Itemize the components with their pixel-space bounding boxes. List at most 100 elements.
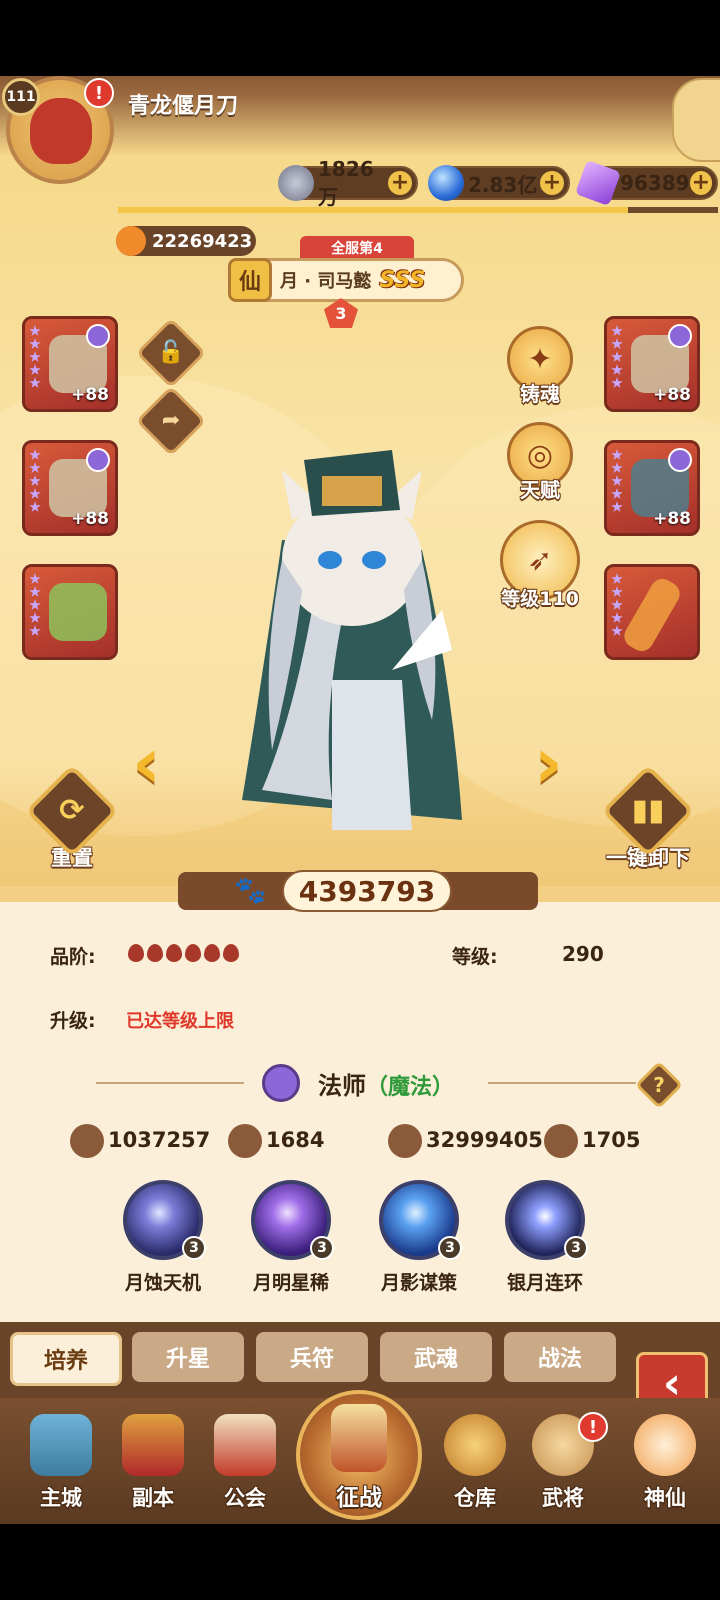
- quality-drop-icon: [185, 944, 201, 962]
- reset-button[interactable]: ⟳ 重置: [25, 764, 119, 872]
- equip-slot-right-2[interactable]: +88: [604, 440, 700, 536]
- experience-bar: [118, 207, 718, 213]
- prev-hero-arrow[interactable]: ‹: [132, 722, 161, 804]
- skill-level-badge: 3: [182, 1236, 206, 1260]
- nav-immortals[interactable]: 神仙: [622, 1408, 708, 1520]
- orb-value: 2.83亿: [468, 172, 538, 197]
- status-bar: [0, 0, 720, 76]
- defense-value: 1684: [266, 1128, 325, 1152]
- guild-flag-icon: [214, 1414, 276, 1476]
- system-navigation-bar: [0, 1524, 720, 1600]
- nav-label: 神仙: [644, 1486, 686, 1510]
- resource-orb: 2.83亿 +: [428, 165, 570, 201]
- defense-icon: [228, 1124, 262, 1158]
- next-hero-arrow[interactable]: ›: [534, 722, 563, 804]
- castle-icon: [30, 1414, 92, 1476]
- skill-4[interactable]: 3 银月连环: [490, 1180, 600, 1295]
- skill-2[interactable]: 3 月明星稀: [236, 1180, 346, 1295]
- quality-drop-icon: [166, 944, 182, 962]
- resource-crystal: 96389 +: [574, 159, 718, 207]
- quality-label: 品阶:: [50, 946, 96, 968]
- hero-portrait-art: [242, 450, 462, 830]
- paw-icon: [116, 226, 146, 256]
- skill-name: 月明星稀: [252, 1272, 329, 1294]
- crystal-value: 96389: [620, 171, 690, 195]
- level-label: 等级110: [501, 588, 579, 610]
- combat-power-plaque: 🐾 4393793: [178, 866, 542, 916]
- talent-button[interactable]: ◎ 天赋: [504, 422, 576, 503]
- coin-icon: [278, 165, 314, 201]
- resource-coin: 1826万 +: [278, 157, 418, 209]
- nav-dungeon[interactable]: 副本: [110, 1408, 196, 1520]
- quality-drops: [128, 944, 242, 966]
- class-type: （魔法）: [366, 1075, 455, 1100]
- skill-name: 月蚀天机: [124, 1272, 201, 1294]
- speed-value: 1705: [582, 1128, 641, 1152]
- nav-label: 公会: [224, 1486, 266, 1510]
- tab-war-soul[interactable]: 武魂: [380, 1332, 492, 1382]
- equip-slot-left-1[interactable]: +88: [22, 316, 118, 412]
- combat-power-value: 4393793: [282, 870, 452, 912]
- unequip-all-button[interactable]: ▮▮ 一键卸下: [592, 764, 704, 872]
- question-icon: ?: [653, 1073, 665, 1097]
- player-power: 22269423: [116, 226, 256, 256]
- nav-label: 征战: [336, 1485, 382, 1511]
- nav-campaign[interactable]: 征战: [316, 1398, 402, 1511]
- swords-icon: [122, 1414, 184, 1476]
- equip-plus-label: +88: [653, 509, 691, 529]
- immortal-badge: 仙: [228, 258, 272, 302]
- add-orb-button[interactable]: +: [540, 171, 564, 195]
- jade-seal-icon: [49, 583, 107, 641]
- player-level-badge: 111: [2, 78, 40, 116]
- quality-drop-icon: [128, 944, 144, 962]
- nav-guild[interactable]: 公会: [202, 1408, 288, 1520]
- nav-label: 仓库: [454, 1486, 496, 1510]
- tab-tactics[interactable]: 战法: [504, 1332, 616, 1382]
- forge-soul-button[interactable]: ✦ 铸魂: [504, 326, 576, 407]
- quality-drop-icon: [147, 944, 163, 962]
- nav-label: 主城: [40, 1486, 82, 1510]
- experience-fill: [118, 207, 628, 213]
- immortal-cat-icon: [634, 1414, 696, 1476]
- attack-icon: [70, 1124, 104, 1158]
- equip-slot-left-3[interactable]: [22, 564, 118, 660]
- nav-main-city[interactable]: 主城: [18, 1408, 104, 1520]
- add-crystal-button[interactable]: +: [689, 171, 712, 195]
- equip-plus-label: +88: [71, 385, 109, 405]
- upgrade-status: 已达等级上限: [126, 1011, 234, 1032]
- mage-class-icon: [262, 1064, 300, 1102]
- tab-star-up[interactable]: 升星: [132, 1332, 244, 1382]
- level-stat-value: 290: [562, 942, 604, 966]
- gem-icon: [668, 448, 692, 472]
- player-name: 青龙偃月刀: [128, 94, 239, 119]
- blue-orb-icon: [428, 165, 464, 201]
- tab-troop-token[interactable]: 兵符: [256, 1332, 368, 1382]
- nav-warehouse[interactable]: 仓库: [432, 1408, 518, 1520]
- skill-3[interactable]: 3 月影谋策: [364, 1180, 474, 1295]
- tab-train[interactable]: 培养: [10, 1332, 122, 1386]
- divider-right: [488, 1082, 636, 1084]
- equip-slot-right-3[interactable]: [604, 564, 700, 660]
- skill-name: 月影谋策: [380, 1272, 457, 1294]
- avatar-alert-icon: !: [84, 78, 114, 108]
- hero-grade: SSS: [379, 267, 426, 293]
- speed-icon: [544, 1124, 578, 1158]
- equip-plus-label: +88: [653, 385, 691, 405]
- battle-icon: [331, 1404, 387, 1472]
- level-button[interactable]: ➶ 等级110: [488, 520, 592, 611]
- hp-icon: [388, 1124, 422, 1158]
- side-drawer-handle[interactable]: [672, 78, 720, 162]
- server-rank-tag: 全服第4: [300, 236, 414, 260]
- quality-drop-icon: [223, 944, 239, 962]
- skill-1[interactable]: 3 月蚀天机: [108, 1180, 218, 1295]
- divider-left: [96, 1082, 244, 1084]
- treasure-bag-icon: [444, 1414, 506, 1476]
- nav-label: 副本: [132, 1486, 174, 1510]
- add-coin-button[interactable]: +: [388, 171, 412, 195]
- gem-icon: [668, 324, 692, 348]
- sword-icon: [620, 574, 684, 656]
- talent-label: 天赋: [520, 478, 560, 502]
- equip-slot-left-2[interactable]: +88: [22, 440, 118, 536]
- equip-slot-right-1[interactable]: +88: [604, 316, 700, 412]
- unlock-icon: 🔓: [157, 340, 185, 365]
